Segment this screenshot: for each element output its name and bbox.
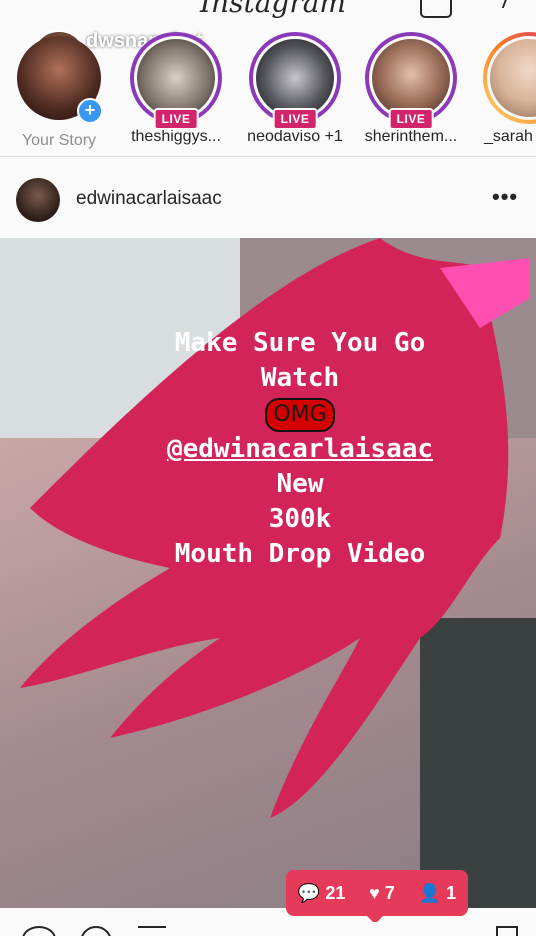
story-label: neodaviso +1 [247,128,343,145]
promo-line: 300k [268,504,332,534]
promo-line: New [276,469,324,499]
omg-sticker: OMG [265,398,335,432]
post-media[interactable]: Make Sure You Go Watch OMG @edwinacarlai… [0,238,536,908]
post-header: edwinacarlaisaac ••• [0,170,536,230]
follower-count: 1 [446,882,457,903]
post-author-username[interactable]: edwinacarlaisaac [76,188,222,210]
app-logo: Instagram [200,0,346,19]
add-story-icon[interactable]: + [77,98,103,124]
story-sherinthem[interactable]: LIVE sherinthem... [356,32,466,146]
share-icon[interactable] [138,926,166,936]
follower-counter: 👤 1 [419,883,456,904]
live-badge: LIVE [272,108,318,130]
top-header: Instagram [0,0,536,23]
person-icon: 👤 [418,882,442,903]
story-label: _sarah [484,128,533,145]
promo-text: Make Sure You Go Watch OMG @edwinacarlai… [120,326,480,572]
post-actions-bar [0,922,536,936]
comment-counter: 💬 21 [298,883,345,904]
story-label: theshiggys... [131,128,221,145]
stories-row: + Your Story dwsnapshot LIVE theshiggys.… [0,22,536,157]
story-ring: LIVE [365,32,457,130]
live-badge: LIVE [388,108,434,130]
heart-icon: ♥ [369,882,380,903]
story-ring: LIVE [249,32,341,130]
story-ring [483,32,536,124]
live-badge: LIVE [153,108,199,130]
save-bookmark-icon[interactable] [496,926,518,936]
igtv-icon[interactable] [420,0,452,18]
story-neodaviso[interactable]: LIVE neodaviso +1 [240,32,350,146]
story-ring: LIVE [130,32,222,130]
story-theshiggys[interactable]: LIVE theshiggys... [121,32,231,146]
promo-line: Mouth Drop Video [174,539,426,569]
comment-count: 21 [325,882,346,903]
activity-counters[interactable]: 💬 21 ♥ 7 👤 1 [286,870,468,924]
more-options-icon[interactable]: ••• [492,184,518,210]
post-author-avatar[interactable] [16,178,60,222]
like-counter: ♥ 7 [369,883,395,904]
like-heart-icon[interactable] [22,926,56,936]
like-count: 7 [384,882,395,903]
promo-handle-link[interactable]: @edwinacarlaisaac [120,432,480,467]
comment-bubble-icon: 💬 [297,882,321,903]
comment-icon[interactable] [80,926,112,936]
promo-line: Watch [260,363,340,393]
story-label: Your Story [21,132,97,149]
story-label: sherinthem... [364,128,458,145]
story-sarah[interactable]: _sarah [474,32,536,146]
story-avatar [487,36,536,120]
promo-line: Make Sure You Go [174,328,426,358]
direct-message-icon[interactable] [487,0,509,8]
